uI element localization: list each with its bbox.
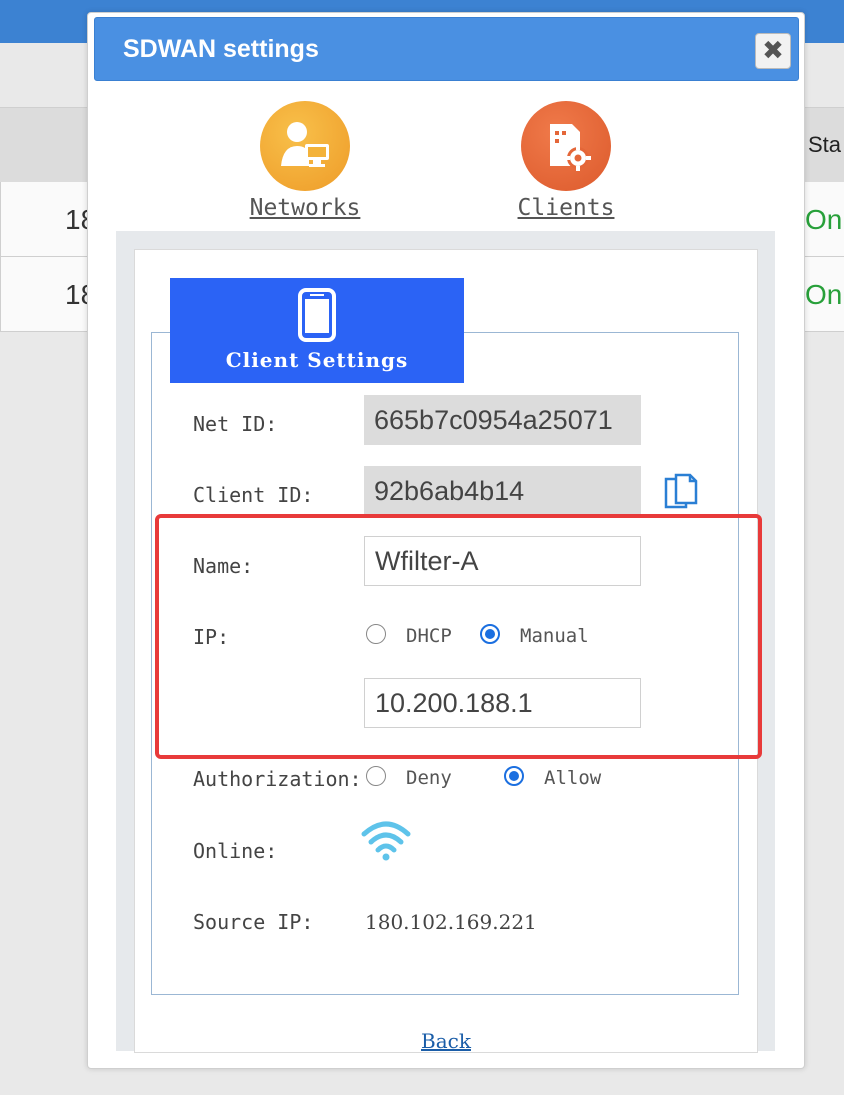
copy-icon[interactable] xyxy=(662,473,700,515)
highlight-box xyxy=(155,514,762,759)
tab-label: Client Settings xyxy=(225,348,409,372)
clients-link[interactable]: Clients xyxy=(496,195,636,221)
networks-link[interactable]: Networks xyxy=(235,195,375,221)
tab-client-settings[interactable]: Client Settings xyxy=(170,278,464,383)
auth-allow-label: Allow xyxy=(544,767,602,789)
dialog-titlebar[interactable]: SDWAN settings ✖ xyxy=(94,17,799,81)
auth-deny-radio[interactable] xyxy=(366,766,386,786)
source-ip-label: Source IP: xyxy=(193,910,314,934)
source-ip-value: 180.102.169.221 xyxy=(365,910,537,934)
net-id-value: 665b7c0954a25071 xyxy=(364,395,641,445)
networks-icon xyxy=(260,101,350,191)
close-x-icon: ✖ xyxy=(762,36,784,66)
status-column-header: Sta xyxy=(808,132,842,157)
auth-deny-label: Deny xyxy=(406,767,452,789)
client-id-label: Client ID: xyxy=(193,483,314,507)
mobile-phone-icon xyxy=(298,288,336,346)
clients-icon xyxy=(521,101,611,191)
authorization-label: Authorization: xyxy=(193,767,362,791)
online-label: Online: xyxy=(193,839,278,863)
dialog-title: SDWAN settings xyxy=(123,35,319,63)
sdwan-settings-dialog: SDWAN settings ✖ Networks Clients Client… xyxy=(87,12,805,1069)
auth-allow-radio[interactable] xyxy=(504,766,524,786)
net-id-label: Net ID: xyxy=(193,412,278,436)
back-link[interactable]: Back xyxy=(135,1029,757,1053)
nav-clients[interactable]: Clients xyxy=(496,101,636,221)
status-badge: On xyxy=(805,279,843,310)
close-button[interactable]: ✖ xyxy=(755,33,791,69)
status-badge: On xyxy=(805,204,843,235)
client-id-value: 92b6ab4b14 xyxy=(364,466,641,516)
nav-networks[interactable]: Networks xyxy=(235,101,375,221)
wifi-icon xyxy=(361,820,411,866)
